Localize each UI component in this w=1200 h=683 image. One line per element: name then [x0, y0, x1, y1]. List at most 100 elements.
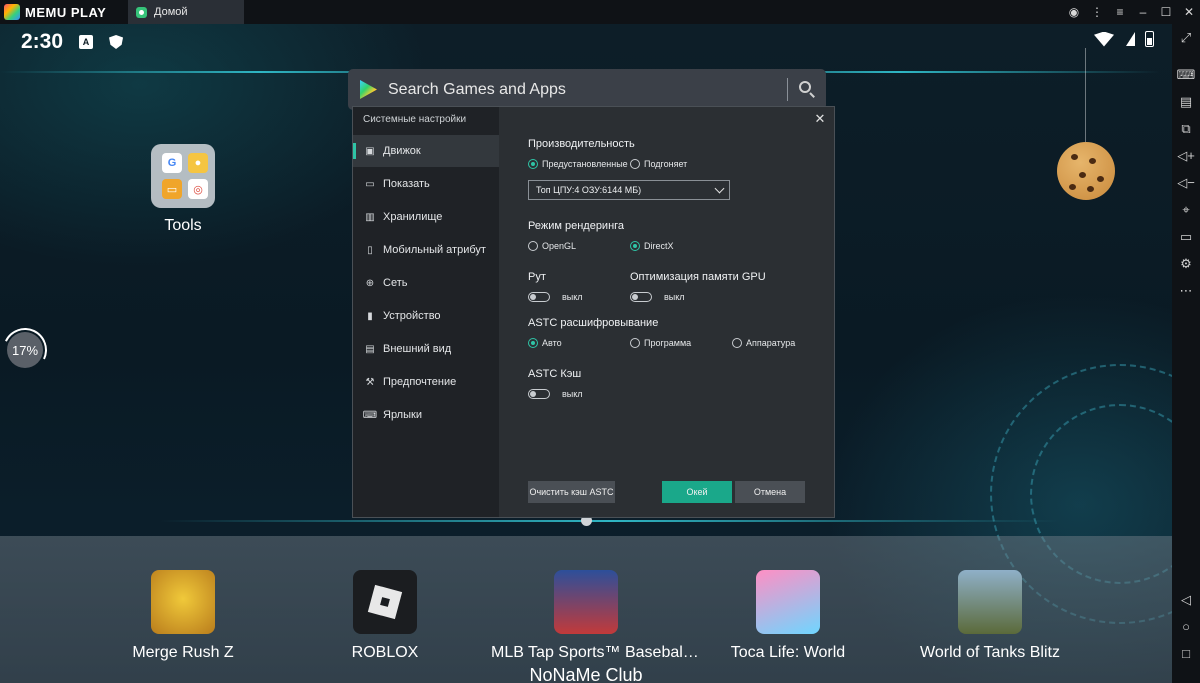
keyboard-icon[interactable]: ⌨	[1172, 61, 1200, 88]
radio-directx[interactable]: DirectX	[630, 241, 674, 251]
gpu-toggle-state: выкл	[664, 292, 685, 302]
dock-app[interactable]: MLB Tap Sports™ Basebal…	[491, 570, 699, 662]
network-icon: ⊕	[365, 277, 375, 289]
account-icon[interactable]: ◉	[1063, 0, 1085, 24]
home-tab-icon	[136, 6, 147, 18]
radio-button	[528, 159, 538, 169]
nav-preference[interactable]: ⚒ Предпочтение	[353, 366, 499, 398]
nav-shortcuts[interactable]: ⌨ Ярлыки	[353, 399, 499, 431]
bulb-icon: ●	[188, 153, 208, 173]
radio-astc-software[interactable]: Программа	[630, 338, 691, 348]
back-icon[interactable]: ◁	[1172, 586, 1200, 613]
nav-network[interactable]: ⊕ Сеть	[353, 267, 499, 299]
settings-gear-icon[interactable]: ⚙	[1172, 250, 1200, 277]
radio-astc-hardware-label: Аппаратура	[746, 338, 796, 348]
toggle-switch	[528, 292, 550, 302]
recents-icon[interactable]: □	[1172, 640, 1200, 667]
nav-engine[interactable]: ▣ Движок	[353, 135, 499, 167]
fullscreen-icon[interactable]: ⤢	[1172, 24, 1200, 51]
status-bar-left: 2:30 A	[21, 30, 124, 54]
radio-preset[interactable]: Предустановленные	[528, 159, 628, 169]
google-icon: G	[162, 153, 182, 173]
radio-button	[630, 338, 640, 348]
preference-icon: ⚒	[365, 376, 375, 388]
dock-app-label: Toca Life: World	[730, 644, 846, 661]
world-of-tanks-icon	[958, 570, 1022, 634]
window-controls: ◉ ⋮ ≡ – ☐ ✕	[1062, 0, 1200, 24]
nav-storage[interactable]: ▥ Хранилище	[353, 201, 499, 233]
shield-icon	[109, 35, 124, 49]
radio-custom[interactable]: Подгоняет	[630, 159, 687, 169]
performance-label: Производительность	[528, 138, 635, 150]
more-menu-icon[interactable]: ⋮	[1086, 0, 1108, 24]
ok-button[interactable]: Окей	[662, 481, 732, 503]
nav-label: Ярлыки	[383, 409, 422, 421]
nav-device[interactable]: ▮ Устройство	[353, 300, 499, 332]
minimize-button[interactable]: –	[1132, 0, 1154, 24]
clear-astc-cache-button[interactable]: Очистить кэш ASTC	[528, 481, 615, 503]
radio-astc-software-label: Программа	[644, 338, 692, 348]
cancel-button[interactable]: Отмена	[735, 481, 805, 503]
nav-mobile-attribute[interactable]: ▯ Мобильный атрибут	[353, 234, 499, 266]
radio-astc-auto[interactable]: Авто	[528, 338, 562, 348]
tab-home-label: Домой	[154, 6, 188, 18]
dock-app[interactable]: ROBLOX	[290, 570, 480, 662]
performance-select[interactable]: Топ ЦПУ:4 ОЗУ:6144 МБ)	[528, 180, 730, 200]
volume-down-icon[interactable]: ◁−	[1172, 169, 1200, 196]
nav-label: Предпочтение	[383, 376, 457, 388]
hamburger-menu-icon[interactable]: ≡	[1109, 0, 1131, 24]
gpu-memory-toggle[interactable]: выкл	[630, 292, 685, 302]
display-icon: ▭	[365, 178, 375, 190]
tools-folder[interactable]: G ● ▭ ◎ Tools	[151, 144, 215, 235]
radio-button	[732, 338, 742, 348]
cookie-icon[interactable]	[1057, 142, 1115, 200]
performance-select-value: Топ ЦПУ:4 ОЗУ:6144 МБ)	[536, 185, 642, 195]
nav-display[interactable]: ▭ Показать	[353, 168, 499, 200]
radio-opengl[interactable]: OpenGL	[528, 241, 576, 251]
close-window-button[interactable]: ✕	[1178, 0, 1200, 24]
root-toggle[interactable]: выкл	[528, 292, 583, 302]
more-options-icon[interactable]: ⋯	[1172, 277, 1200, 304]
dock-app[interactable]: Merge Rush Z	[88, 570, 278, 662]
search-placeholder: Search Games and Apps	[388, 80, 566, 98]
search-icon[interactable]	[798, 80, 816, 98]
dock: Merge Rush Z ROBLOX MLB Tap Sports™ Base…	[0, 536, 1172, 683]
location-icon[interactable]: ⌖	[1172, 196, 1200, 223]
dock-app[interactable]: Toca Life: World	[693, 570, 883, 662]
tab-home[interactable]: Домой	[128, 0, 244, 24]
apk-install-icon[interactable]: ▤	[1172, 88, 1200, 115]
appearance-icon: ▤	[365, 343, 375, 355]
device-icon: ▮	[367, 310, 373, 322]
files-icon: ▭	[162, 179, 182, 199]
mlb-tap-sports-icon	[554, 570, 618, 634]
watermark-text: NoNaMe Club	[529, 665, 643, 683]
radio-astc-hardware[interactable]: Аппаратура	[732, 338, 795, 348]
cookie-string	[1085, 48, 1086, 142]
toca-life-icon	[756, 570, 820, 634]
radio-opengl-label: OpenGL	[542, 241, 577, 251]
volume-up-icon[interactable]: ◁+	[1172, 142, 1200, 169]
progress-badge[interactable]: 17%	[7, 332, 43, 368]
radio-button	[630, 159, 640, 169]
radio-custom-label: Подгоняет	[644, 159, 688, 169]
signal-icon	[1126, 32, 1135, 46]
nav-label: Мобильный атрибут	[383, 244, 486, 256]
title-bar: MEMU PLAY Домой ◉ ⋮ ≡ – ☐ ✕	[0, 0, 1200, 24]
render-mode-label: Режим рендеринга	[528, 220, 625, 232]
merge-rush-z-icon	[151, 570, 215, 634]
search-bar[interactable]: Search Games and Apps	[348, 69, 826, 110]
multi-instance-icon[interactable]: ⧉	[1172, 115, 1200, 142]
search-divider	[787, 78, 788, 101]
root-label: Рут	[528, 271, 546, 283]
dock-app[interactable]: World of Tanks Blitz	[895, 570, 1085, 662]
nav-appearance[interactable]: ▤ Внешний вид	[353, 333, 499, 365]
radio-button	[528, 338, 538, 348]
home-icon[interactable]: ○	[1172, 613, 1200, 640]
mobile-icon: ▯	[367, 244, 373, 256]
folder-icon[interactable]: ▭	[1172, 223, 1200, 250]
maximize-button[interactable]: ☐	[1155, 0, 1177, 24]
astc-cache-toggle[interactable]: выкл	[528, 389, 583, 399]
close-icon[interactable]: ✕	[812, 112, 828, 128]
clock: 2:30	[21, 30, 64, 53]
nav-label: Устройство	[383, 310, 441, 322]
